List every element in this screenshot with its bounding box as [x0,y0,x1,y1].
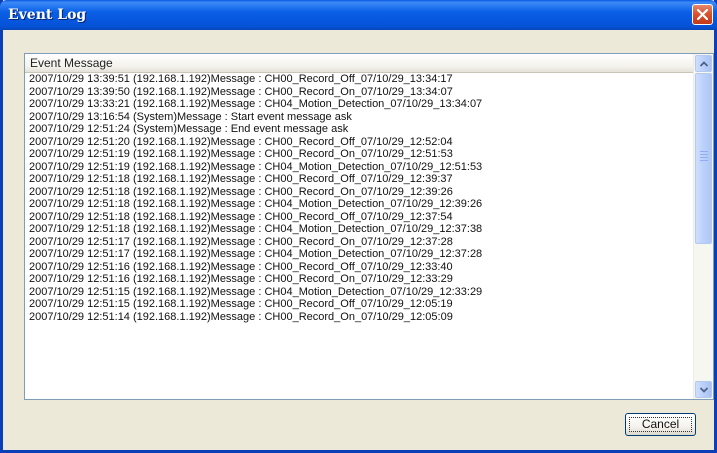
list-item[interactable]: 2007/10/29 12:51:24 (System)Message : En… [25,123,694,136]
window-title: Event Log [8,7,87,23]
list-item[interactable]: 2007/10/29 12:51:14 (192.168.1.192)Messa… [25,311,694,324]
list-item[interactable]: 2007/10/29 12:51:18 (192.168.1.192)Messa… [25,211,694,224]
list-item[interactable]: 2007/10/29 12:51:17 (192.168.1.192)Messa… [25,236,694,249]
list-item[interactable]: 2007/10/29 13:16:54 (System)Message : St… [25,111,694,124]
event-message-list[interactable]: Event Message 2007/10/29 13:39:51 (192.1… [24,53,714,400]
chevron-up-icon [700,61,708,67]
scroll-up-button[interactable] [695,55,712,72]
list-item[interactable]: 2007/10/29 12:51:15 (192.168.1.192)Messa… [25,298,694,311]
title-bar[interactable]: Event Log [0,0,717,30]
list-item[interactable]: 2007/10/29 13:33:21 (192.168.1.192)Messa… [25,98,694,111]
scroll-thumb[interactable] [695,73,712,244]
scroll-grip-line [700,154,708,155]
list-item[interactable]: 2007/10/29 12:51:20 (192.168.1.192)Messa… [25,136,694,149]
scroll-grip-line [700,151,708,152]
list-item[interactable]: 2007/10/29 12:51:17 (192.168.1.192)Messa… [25,248,694,261]
list-item[interactable]: 2007/10/29 12:51:15 (192.168.1.192)Messa… [25,286,694,299]
event-log-window: Event Log Event Message 2007/10/29 13:39… [0,0,717,453]
list-item[interactable]: 2007/10/29 12:51:18 (192.168.1.192)Messa… [25,173,694,186]
focus-rectangle [629,417,692,432]
cancel-button[interactable]: Cancel [625,413,696,436]
column-header-event-message[interactable]: Event Message [25,54,694,73]
list-item[interactable]: 2007/10/29 12:51:18 (192.168.1.192)Messa… [25,223,694,236]
list-item[interactable]: 2007/10/29 13:39:50 (192.168.1.192)Messa… [25,86,694,99]
event-rows: 2007/10/29 13:39:51 (192.168.1.192)Messa… [25,73,694,399]
scroll-grip-line [700,160,708,161]
list-item[interactable]: 2007/10/29 13:39:51 (192.168.1.192)Messa… [25,73,694,86]
list-item[interactable]: 2007/10/29 12:51:19 (192.168.1.192)Messa… [25,148,694,161]
list-item[interactable]: 2007/10/29 12:51:19 (192.168.1.192)Messa… [25,161,694,174]
list-item[interactable]: 2007/10/29 12:51:16 (192.168.1.192)Messa… [25,273,694,286]
list-item[interactable]: 2007/10/29 12:51:18 (192.168.1.192)Messa… [25,198,694,211]
vertical-scrollbar[interactable] [693,54,713,399]
close-button[interactable] [692,4,713,25]
list-item[interactable]: 2007/10/29 12:51:16 (192.168.1.192)Messa… [25,261,694,274]
chevron-down-icon [700,387,708,393]
close-icon [697,9,708,20]
list-item[interactable]: 2007/10/29 12:51:18 (192.168.1.192)Messa… [25,186,694,199]
scroll-down-button[interactable] [695,381,712,398]
scroll-grip-line [700,157,708,158]
